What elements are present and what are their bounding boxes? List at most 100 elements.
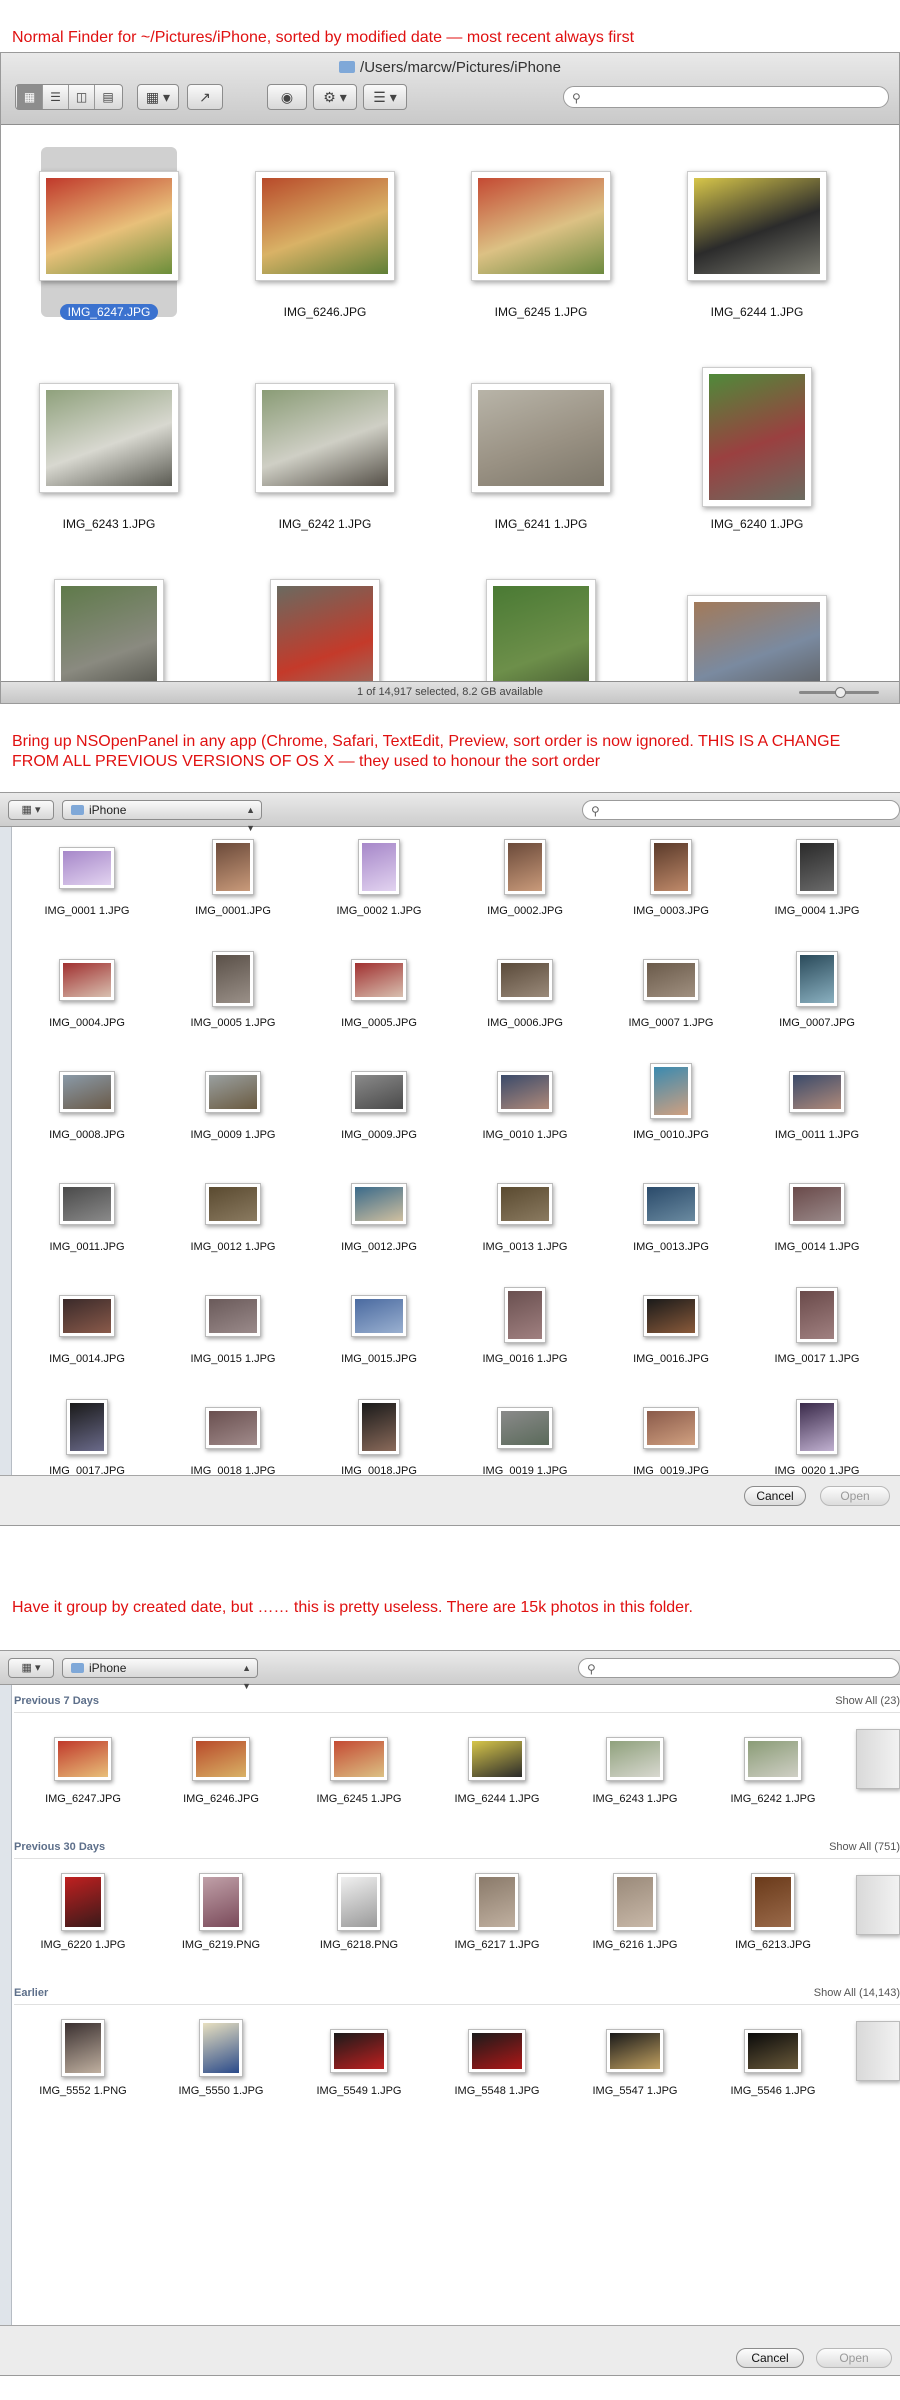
file-item[interactable]: IMG_6246.JPG — [217, 145, 433, 357]
file-item[interactable]: IMG_0012 1.JPG — [160, 1173, 306, 1285]
photo-thumbnail[interactable] — [468, 1737, 526, 1781]
file-item[interactable]: IMG_0007.JPG — [744, 949, 890, 1061]
photo-thumbnail[interactable] — [751, 1873, 795, 1931]
photo-thumbnail[interactable] — [59, 959, 115, 1001]
photo-thumbnail[interactable] — [643, 1183, 699, 1225]
file-item[interactable]: IMG_0014.JPG — [14, 1285, 160, 1397]
share-button[interactable]: ↗ — [187, 84, 223, 110]
file-item[interactable]: IMG_0005.JPG — [306, 949, 452, 1061]
file-item[interactable]: IMG_6243 1.JPG — [1, 357, 217, 569]
cancel-button[interactable]: Cancel — [744, 1486, 806, 1506]
folder-popup[interactable]: iPhone ▲ ▼ — [62, 800, 262, 833]
icon-size-slider[interactable] — [799, 687, 879, 698]
list-view-icon[interactable]: ☰ — [43, 85, 69, 109]
file-item[interactable]: IMG_6241 1.JPG — [433, 357, 649, 569]
file-item[interactable]: IMG_0016.JPG — [598, 1285, 744, 1397]
search-input[interactable]: ⚲ — [578, 1658, 900, 1678]
file-item[interactable]: IMG_5547 1.JPG — [566, 2013, 704, 2123]
file-item[interactable]: IMG_0014 1.JPG — [744, 1173, 890, 1285]
photo-thumbnail[interactable] — [497, 1407, 553, 1449]
photo-thumbnail[interactable] — [61, 2019, 105, 2077]
file-item[interactable]: IMG_0011 1.JPG — [744, 1061, 890, 1173]
file-item[interactable]: IMG_5546 1.JPG — [704, 2013, 842, 2123]
file-item[interactable]: IMG_0002.JPG — [452, 837, 598, 949]
show-all-link[interactable]: Show All (23) — [835, 1695, 900, 1707]
file-item[interactable]: IMG_6243 1.JPG — [566, 1721, 704, 1831]
photo-thumbnail[interactable] — [330, 1737, 388, 1781]
photo-thumbnail[interactable] — [643, 1295, 699, 1337]
file-item[interactable]: IMG_0013 1.JPG — [452, 1173, 598, 1285]
file-item[interactable]: IMG_6216 1.JPG — [566, 1867, 704, 1977]
file-item[interactable]: IMG_0001.JPG — [160, 837, 306, 949]
file-item[interactable]: IMG_6213.JPG — [704, 1867, 842, 1977]
photo-thumbnail[interactable] — [337, 1873, 381, 1931]
folder-popup[interactable]: iPhone ▲ ▼ — [62, 1658, 258, 1691]
file-item[interactable]: IMG_6246.JPG — [152, 1721, 290, 1831]
photo-thumbnail[interactable] — [205, 1295, 261, 1337]
file-item[interactable]: IMG_6240 1.JPG — [649, 357, 865, 569]
file-item[interactable]: IMG_0016 1.JPG — [452, 1285, 598, 1397]
photo-thumbnail[interactable] — [351, 1295, 407, 1337]
photo-thumbnail[interactable] — [205, 1407, 261, 1449]
view-dropdown[interactable]: ▦ ▾ — [8, 800, 54, 820]
photo-thumbnail[interactable] — [358, 1399, 400, 1455]
photo-thumbnail[interactable] — [643, 1407, 699, 1449]
search-input[interactable]: ⚲ — [563, 86, 889, 108]
quicklook-button[interactable]: ◉ — [267, 84, 307, 110]
photo-thumbnail[interactable] — [39, 383, 179, 493]
photo-thumbnail[interactable] — [199, 2019, 243, 2077]
photo-thumbnail[interactable] — [606, 1737, 664, 1781]
photo-thumbnail[interactable] — [205, 1071, 261, 1113]
file-item[interactable]: IMG_6217 1.JPG — [428, 1867, 566, 1977]
photo-thumbnail[interactable] — [351, 959, 407, 1001]
open-button[interactable]: Open — [816, 2348, 892, 2368]
file-item[interactable]: IMG_0013.JPG — [598, 1173, 744, 1285]
photo-thumbnail[interactable] — [744, 2029, 802, 2073]
file-item[interactable]: IMG_6219.PNG — [152, 1867, 290, 1977]
action-button[interactable]: ⚙ ▾ — [313, 84, 357, 110]
photo-thumbnail[interactable] — [59, 1295, 115, 1337]
file-item[interactable]: IMG_0006.JPG — [452, 949, 598, 1061]
file-item[interactable]: IMG_0017 1.JPG — [744, 1285, 890, 1397]
arrange-button[interactable]: ▦ ▾ — [137, 84, 179, 110]
photo-thumbnail[interactable] — [796, 1287, 838, 1343]
photo-thumbnail[interactable] — [497, 959, 553, 1001]
column-view-icon[interactable]: ◫ — [69, 85, 95, 109]
photo-thumbnail[interactable] — [744, 1737, 802, 1781]
arrange-by-button[interactable]: ☰ ▾ — [363, 84, 407, 110]
file-item[interactable]: IMG_0003.JPG — [598, 837, 744, 949]
photo-thumbnail[interactable] — [702, 367, 812, 507]
photo-thumbnail[interactable] — [789, 1071, 845, 1113]
photo-thumbnail[interactable] — [54, 1737, 112, 1781]
file-item[interactable]: IMG_6245 1.JPG — [290, 1721, 428, 1831]
photo-thumbnail[interactable] — [358, 839, 400, 895]
photo-thumbnail[interactable] — [789, 1183, 845, 1225]
photo-thumbnail[interactable] — [796, 839, 838, 895]
photo-thumbnail[interactable] — [351, 1071, 407, 1113]
photo-thumbnail[interactable] — [504, 1287, 546, 1343]
photo-thumbnail[interactable] — [66, 1399, 108, 1455]
file-item[interactable]: IMG_6242 1.JPG — [704, 1721, 842, 1831]
photo-thumbnail[interactable] — [59, 1071, 115, 1113]
photo-thumbnail[interactable] — [351, 1183, 407, 1225]
slider-knob[interactable] — [835, 687, 846, 698]
file-item[interactable]: IMG_6244 1.JPG — [428, 1721, 566, 1831]
file-item[interactable]: IMG_0011.JPG — [14, 1173, 160, 1285]
search-input[interactable]: ⚲ — [582, 800, 900, 820]
coverflow-view-icon[interactable]: ▤ — [95, 85, 121, 109]
show-all-link[interactable]: Show All (14,143) — [814, 1987, 900, 1999]
photo-thumbnail[interactable] — [212, 839, 254, 895]
file-item[interactable]: IMG_0015 1.JPG — [160, 1285, 306, 1397]
file-item[interactable]: IMG_6218.PNG — [290, 1867, 428, 1977]
photo-thumbnail[interactable] — [613, 1873, 657, 1931]
file-item[interactable]: IMG_0015.JPG — [306, 1285, 452, 1397]
photo-thumbnail[interactable] — [59, 847, 115, 889]
photo-thumbnail[interactable] — [192, 1737, 250, 1781]
file-item[interactable]: IMG_0009.JPG — [306, 1061, 452, 1173]
photo-thumbnail[interactable] — [687, 171, 827, 281]
view-dropdown[interactable]: ▦ ▾ — [8, 1658, 54, 1678]
photo-thumbnail[interactable] — [330, 2029, 388, 2073]
file-item[interactable]: IMG_0009 1.JPG — [160, 1061, 306, 1173]
photo-thumbnail[interactable] — [199, 1873, 243, 1931]
file-item[interactable]: IMG_0010 1.JPG — [452, 1061, 598, 1173]
